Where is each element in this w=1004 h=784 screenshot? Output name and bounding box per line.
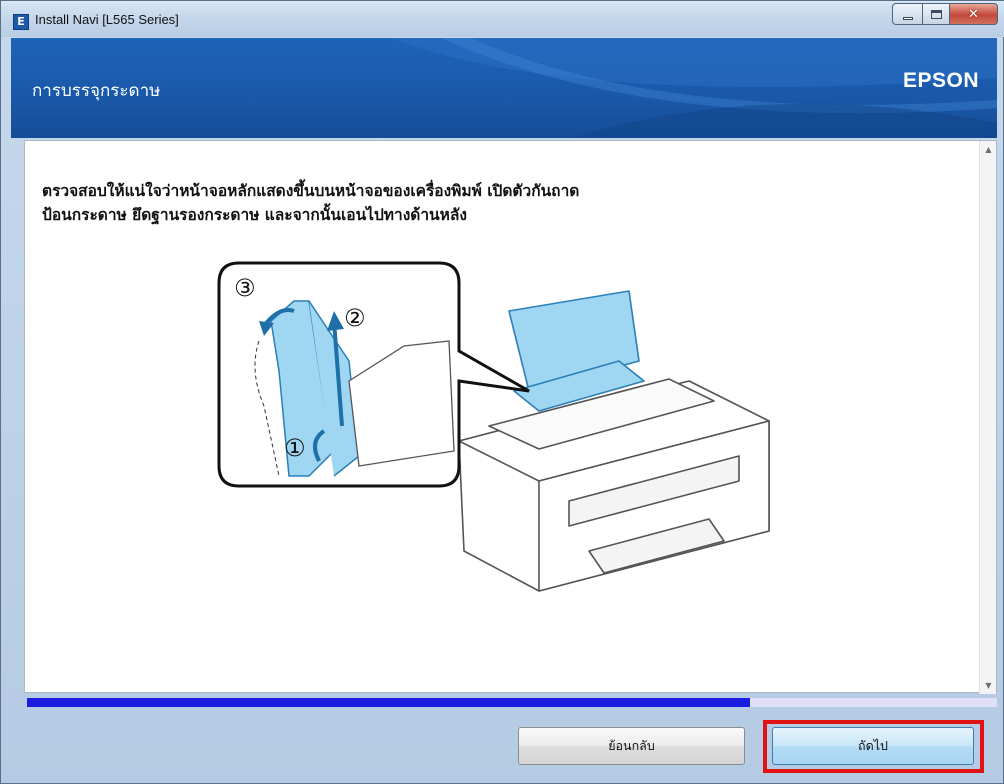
epson-logo: EPSON [902, 69, 979, 92]
caption-buttons: ✕ [892, 3, 998, 25]
progress-fill [27, 698, 750, 707]
title-bar[interactable]: E Install Navi [L565 Series] ✕ [1, 1, 1004, 37]
scroll-up-icon[interactable]: ▲ [980, 141, 997, 158]
close-button[interactable]: ✕ [950, 3, 998, 25]
minimize-button[interactable] [892, 3, 922, 25]
maximize-icon [930, 9, 942, 19]
maximize-button[interactable] [922, 3, 950, 25]
step-2-label: ② [344, 304, 366, 332]
printer-illustration: ① ② ③ [217, 261, 770, 592]
printer-drawing [458, 290, 770, 592]
scroll-down-icon[interactable]: ▼ [980, 677, 997, 694]
header-banner: การบรรจุกระดาษ EPSON [11, 38, 997, 138]
step-3-label: ③ [234, 274, 256, 302]
step-1-label: ① [284, 434, 306, 462]
back-button[interactable]: ย้อนกลับ [518, 727, 745, 765]
app-icon: E [13, 14, 29, 30]
instruction-text: ตรวจสอบให้แน่ใจว่าหน้าจอหลักแสดงขึ้นบนหน… [42, 179, 892, 227]
next-button-highlight [763, 720, 984, 773]
vertical-scrollbar[interactable]: ▲ ▼ [979, 141, 996, 694]
instruction-line-2: ป้อนกระดาษ ยึดฐานรองกระดาษ และจากนั้นเอน… [42, 206, 467, 224]
instruction-line-1: ตรวจสอบให้แน่ใจว่าหน้าจอหลักแสดงขึ้นบนหน… [42, 182, 580, 200]
minimize-icon [902, 16, 913, 20]
installer-window: E Install Navi [L565 Series] ✕ การบรรจุก… [0, 0, 1004, 784]
progress-bar [27, 698, 997, 707]
window-title: Install Navi [L565 Series] [35, 12, 179, 27]
page-title: การบรรจุกระดาษ [32, 81, 161, 101]
content-panel: ตรวจสอบให้แน่ใจว่าหน้าจอหลักแสดงขึ้นบนหน… [24, 140, 997, 694]
close-icon: ✕ [968, 6, 979, 22]
